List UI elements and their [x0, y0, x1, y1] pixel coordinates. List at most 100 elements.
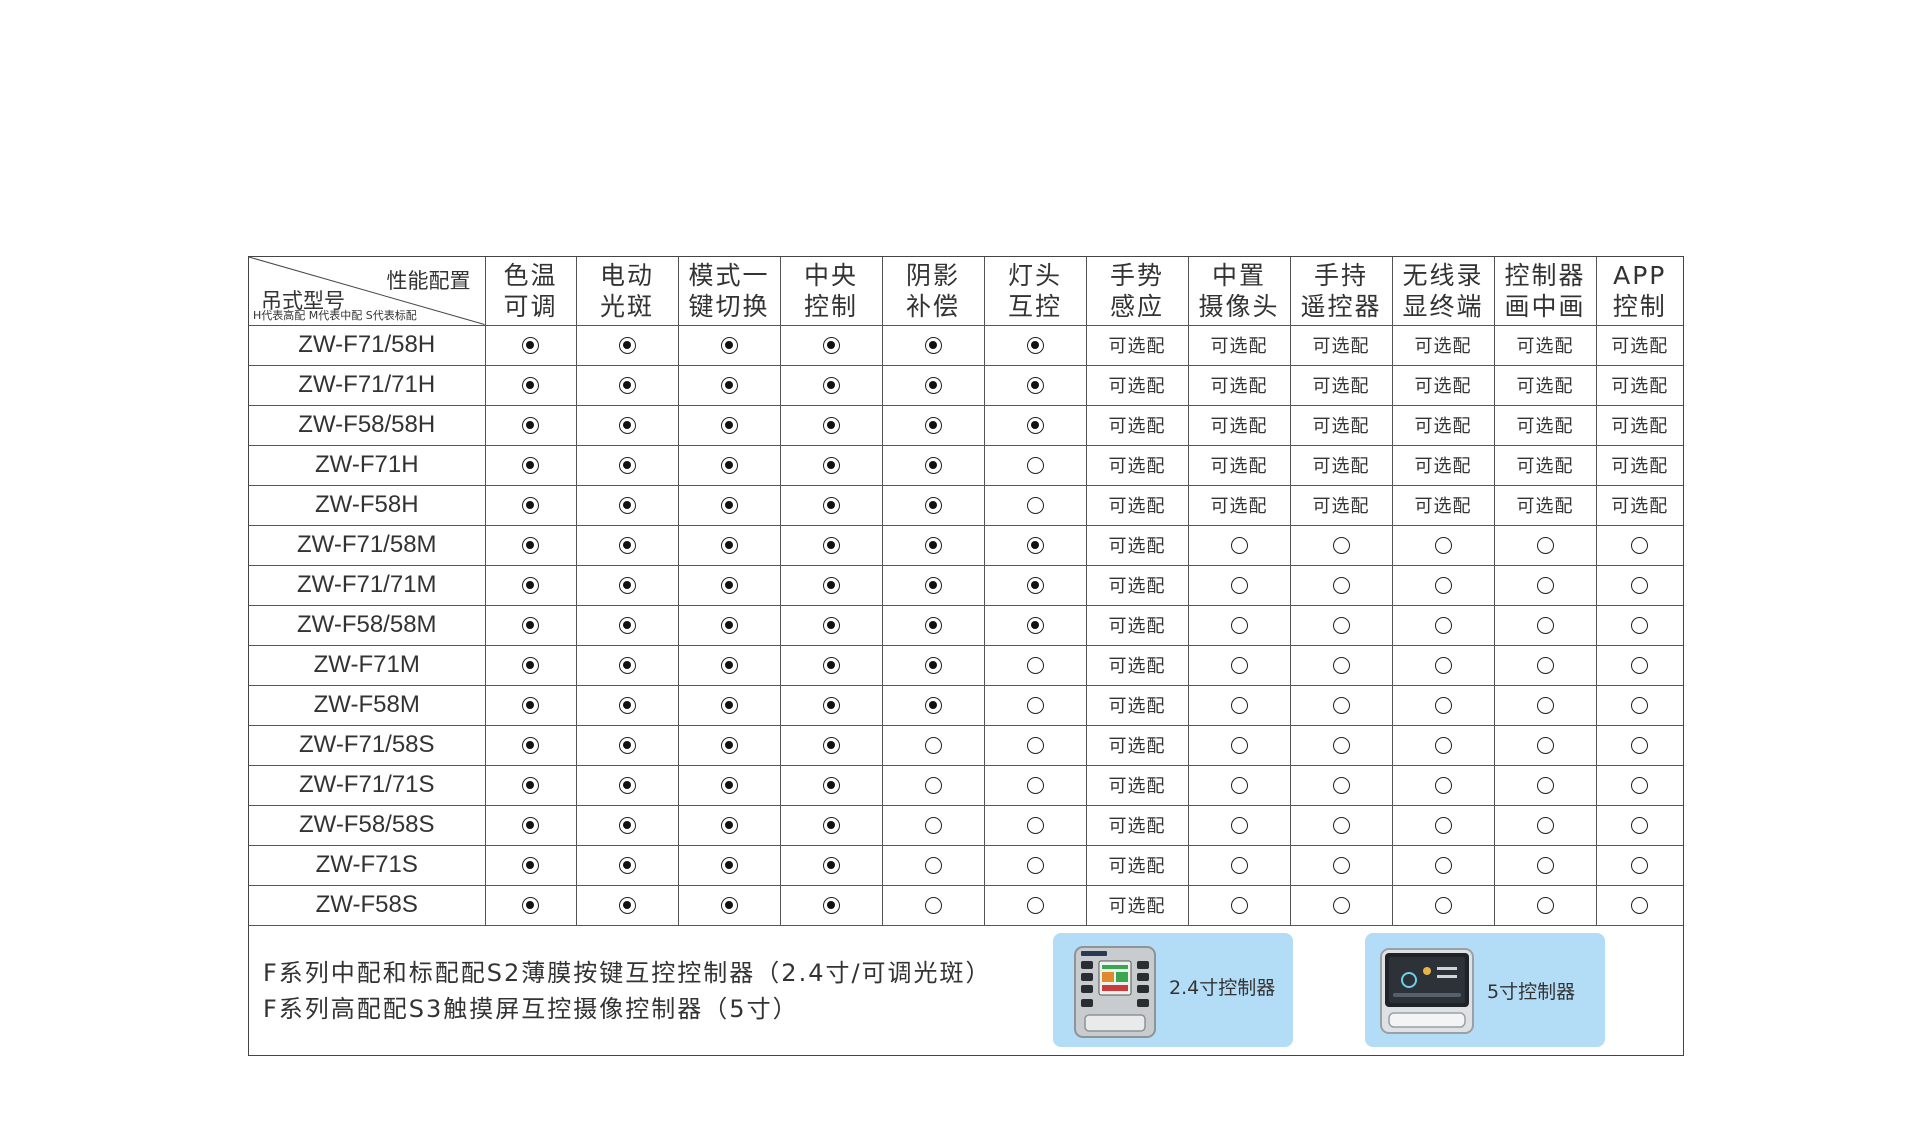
empty-circle-icon [1434, 537, 1452, 554]
empty-circle-icon [1536, 537, 1554, 554]
filled-circle-icon [924, 657, 942, 674]
not-included-cell [983, 844, 1087, 886]
optional-text: 可选配 [1516, 456, 1574, 477]
optional-cell: 可选配 [1493, 364, 1597, 406]
optional-text: 可选配 [1414, 456, 1472, 477]
not-included-cell [1187, 604, 1291, 646]
standard-cell [575, 404, 679, 446]
model-name: ZW-F71H [249, 444, 486, 486]
controller-2-4-label: 2.4寸控制器 [1169, 977, 1276, 999]
empty-circle-icon [1332, 777, 1350, 794]
corner-header: 性能配置 吊式型号 H代表高配 M代表中配 S代表标配 [249, 257, 486, 326]
not-included-cell [881, 844, 985, 886]
not-included-cell [1595, 564, 1683, 606]
standard-cell [575, 564, 679, 606]
not-included-cell [1493, 804, 1597, 846]
table-row: ZW-F71/71M 可选配 [249, 564, 1683, 606]
model-name: ZW-F71/58H [249, 324, 486, 366]
not-included-cell [1289, 524, 1393, 566]
optional-cell: 可选配 [1391, 324, 1495, 366]
table-row: ZW-F58/58M 可选配 [249, 604, 1683, 646]
table-row: ZW-F71/58M 可选配 [249, 524, 1683, 566]
table-row: ZW-F58/58S 可选配 [249, 804, 1683, 846]
empty-circle-icon [1536, 857, 1554, 874]
not-included-cell [1289, 764, 1393, 806]
empty-circle-icon [1230, 657, 1248, 674]
optional-cell: 可选配 [1085, 524, 1189, 566]
standard-cell [779, 564, 883, 606]
filled-circle-icon [522, 337, 539, 354]
filled-circle-icon [522, 817, 539, 834]
optional-cell: 可选配 [1187, 404, 1291, 446]
not-included-cell [1595, 884, 1683, 926]
not-included-cell [983, 764, 1087, 806]
standard-cell [677, 444, 781, 486]
optional-text: 可选配 [1611, 416, 1669, 437]
filled-circle-icon [522, 577, 539, 594]
not-included-cell [1595, 804, 1683, 846]
filled-circle-icon [618, 417, 636, 434]
not-included-cell [1289, 684, 1393, 726]
not-included-cell [1493, 524, 1597, 566]
filled-circle-icon [822, 737, 840, 754]
empty-circle-icon [1536, 777, 1554, 794]
standard-cell [484, 364, 577, 406]
not-included-cell [1391, 724, 1495, 766]
controller-5-label: 5寸控制器 [1487, 981, 1576, 1003]
standard-cell [484, 684, 577, 726]
standard-cell [881, 364, 985, 406]
standard-cell [779, 524, 883, 566]
optional-cell: 可选配 [1391, 364, 1495, 406]
optional-cell: 可选配 [1085, 324, 1189, 366]
standard-cell [575, 884, 679, 926]
not-included-cell [1493, 724, 1597, 766]
optional-text: 可选配 [1611, 336, 1669, 357]
optional-text: 可选配 [1108, 776, 1166, 797]
table-row: ZW-F71M 可选配 [249, 644, 1683, 686]
standard-cell [575, 764, 679, 806]
feature-header: APP 控制 [1595, 257, 1683, 326]
optional-cell: 可选配 [1493, 484, 1597, 526]
not-included-cell [1493, 764, 1597, 806]
filled-circle-icon [822, 617, 840, 634]
standard-cell [881, 644, 985, 686]
filled-circle-icon [924, 577, 942, 594]
feature-header: 手势 感应 [1085, 257, 1189, 326]
standard-cell [779, 444, 883, 486]
optional-text: 可选配 [1312, 416, 1370, 437]
corner-feature-label: 性能配置 [386, 269, 471, 293]
filled-circle-icon [522, 697, 539, 714]
optional-text: 可选配 [1210, 456, 1268, 477]
optional-text: 可选配 [1108, 376, 1166, 397]
optional-text: 可选配 [1516, 416, 1574, 437]
filled-circle-icon [618, 777, 636, 794]
standard-cell [677, 524, 781, 566]
empty-circle-icon [1536, 697, 1554, 714]
empty-circle-icon [1332, 697, 1350, 714]
empty-circle-icon [1026, 857, 1044, 874]
filled-circle-icon [1026, 537, 1044, 554]
optional-text: 可选配 [1516, 336, 1574, 357]
empty-circle-icon [1434, 777, 1452, 794]
not-included-cell [1391, 524, 1495, 566]
not-included-cell [1289, 604, 1393, 646]
filled-circle-icon [618, 577, 636, 594]
empty-circle-icon [1026, 657, 1044, 674]
standard-cell [779, 604, 883, 646]
table-row: ZW-F71/71H 可选配 可选配 可选配 可选配 可选配 可选配 [249, 364, 1683, 406]
optional-cell: 可选配 [1595, 484, 1683, 526]
filled-circle-icon [522, 457, 539, 474]
empty-circle-icon [1631, 537, 1649, 554]
empty-circle-icon [1332, 897, 1350, 914]
table-row: ZW-F71H 可选配 可选配 可选配 可选配 可选配 可选配 [249, 444, 1683, 486]
filled-circle-icon [618, 697, 636, 714]
feature-header: 模式一 键切换 [677, 257, 781, 326]
filled-circle-icon [522, 537, 539, 554]
table-row: ZW-F58M 可选配 [249, 684, 1683, 726]
empty-circle-icon [1536, 657, 1554, 674]
empty-circle-icon [924, 817, 942, 834]
empty-circle-icon [1026, 697, 1044, 714]
optional-text: 可选配 [1611, 496, 1669, 517]
empty-circle-icon [1026, 817, 1044, 834]
footer-note-high: F系列高配配S3触摸屏互控摄像控制器（5寸） [263, 995, 799, 1023]
